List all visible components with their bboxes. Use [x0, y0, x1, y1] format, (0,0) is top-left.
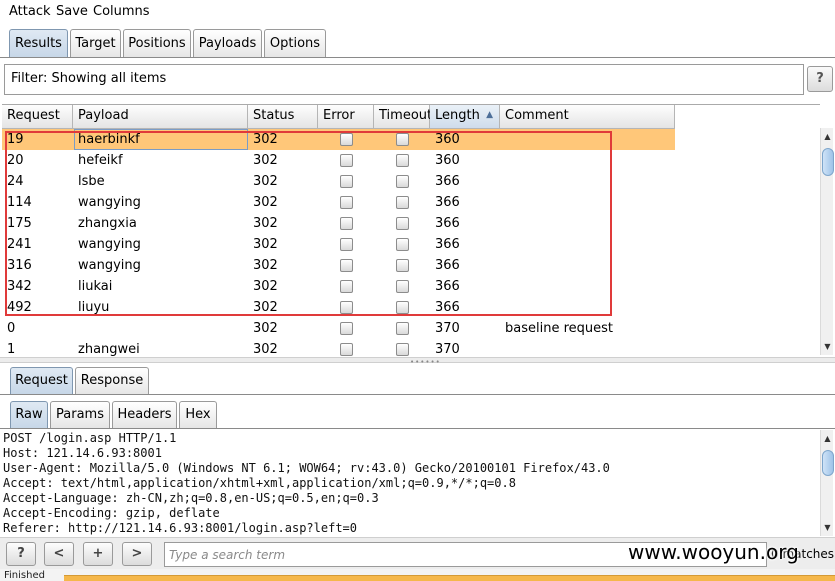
highlight-annotation-box [5, 131, 612, 316]
cell-status: 302 [253, 342, 278, 356]
table-row[interactable]: 0 302 370 baseline request [2, 318, 675, 339]
scroll-down-icon[interactable]: ▼ [821, 340, 834, 353]
watermark: www.wooyun.org [628, 540, 799, 564]
raw-request-line: Accept-Language: zh-CN,zh;q=0.8,en-US;q=… [3, 491, 379, 505]
timeout-checkbox [396, 343, 409, 356]
scroll-down-icon[interactable]: ▼ [821, 521, 834, 534]
tab-response[interactable]: Response [75, 367, 149, 394]
search-add-button[interactable]: + [83, 542, 113, 566]
tab-positions[interactable]: Positions [123, 29, 191, 57]
tab-divider [0, 57, 835, 58]
menu-bar: Attack Save Columns [0, 0, 835, 24]
column-header-comment[interactable]: Comment [500, 105, 675, 129]
tab-request[interactable]: Request [10, 367, 73, 394]
menu-attack[interactable]: Attack [9, 4, 51, 19]
results-scrollbar[interactable]: ▲ ▼ [820, 128, 834, 355]
raw-scrollbar[interactable]: ▲ ▼ [820, 430, 834, 536]
tab-params[interactable]: Params [50, 401, 110, 428]
cell-length: 370 [435, 342, 460, 356]
error-checkbox [340, 322, 353, 335]
raw-request-line: Referer: http://121.14.6.93:8001/login.a… [3, 521, 358, 535]
tab-target[interactable]: Target [70, 29, 121, 57]
splitter-grip-icon: •••••• [410, 358, 441, 366]
menu-save[interactable]: Save [56, 4, 88, 19]
tab-results[interactable]: Results [9, 29, 68, 57]
attack-progress-bar [64, 575, 835, 581]
raw-request-line: Accept-Encoding: gzip, deflate [3, 506, 220, 520]
raw-request-line: POST /login.asp HTTP/1.1 [3, 431, 177, 445]
tab-payloads[interactable]: Payloads [193, 29, 262, 57]
scroll-up-icon[interactable]: ▲ [821, 432, 834, 445]
reqresp-tab-divider [0, 394, 835, 395]
column-header-error[interactable]: Error [318, 105, 374, 129]
cell-payload: zhangwei [78, 342, 140, 356]
column-header-length-label: Length [435, 108, 480, 123]
view-tab-divider [0, 428, 835, 429]
filter-help-button[interactable]: ? [807, 66, 833, 92]
raw-request-line: Host: 121.14.6.93:8001 [3, 446, 162, 460]
table-header: Request Payload Status Error Timeout Len… [2, 105, 820, 129]
column-header-payload[interactable]: Payload [73, 105, 248, 129]
tab-raw[interactable]: Raw [10, 401, 48, 428]
column-header-timeout[interactable]: Timeout [374, 105, 432, 129]
raw-request-line: User-Agent: Mozilla/5.0 (Windows NT 6.1;… [3, 461, 610, 475]
column-header-status[interactable]: Status [248, 105, 318, 129]
filter-bar[interactable]: Filter: Showing all items [4, 64, 804, 95]
cell-status: 302 [253, 321, 278, 336]
search-help-button[interactable]: ? [6, 542, 36, 566]
scroll-up-icon[interactable]: ▲ [821, 130, 834, 143]
cell-request: 0 [7, 321, 16, 336]
column-header-request[interactable]: Request [2, 105, 73, 129]
cell-length: 370 [435, 321, 460, 336]
tab-hex[interactable]: Hex [179, 401, 217, 428]
sort-ascending-icon: ▲ [486, 110, 493, 120]
search-prev-button[interactable]: < [44, 542, 74, 566]
raw-request-line: Accept: text/html,application/xhtml+xml,… [3, 476, 516, 490]
tab-options[interactable]: Options [264, 29, 326, 57]
main-tab-bar: Results Target Positions Payloads Option… [0, 29, 835, 58]
raw-request-editor[interactable]: POST /login.asp HTTP/1.1 Host: 121.14.6.… [0, 430, 820, 536]
table-row[interactable]: 1 zhangwei 302 370 [2, 339, 675, 356]
search-next-button[interactable]: > [122, 542, 152, 566]
scroll-thumb[interactable] [822, 450, 834, 476]
column-header-length[interactable]: Length ▲ [430, 105, 500, 129]
cell-comment: baseline request [505, 321, 613, 336]
status-text: Finished [4, 570, 45, 581]
timeout-checkbox [396, 322, 409, 335]
menu-columns[interactable]: Columns [93, 4, 150, 19]
cell-request: 1 [7, 342, 16, 356]
error-checkbox [340, 343, 353, 356]
tab-headers[interactable]: Headers [112, 401, 177, 428]
scroll-thumb[interactable] [822, 148, 834, 176]
pane-splitter[interactable]: •••••• [0, 357, 835, 366]
